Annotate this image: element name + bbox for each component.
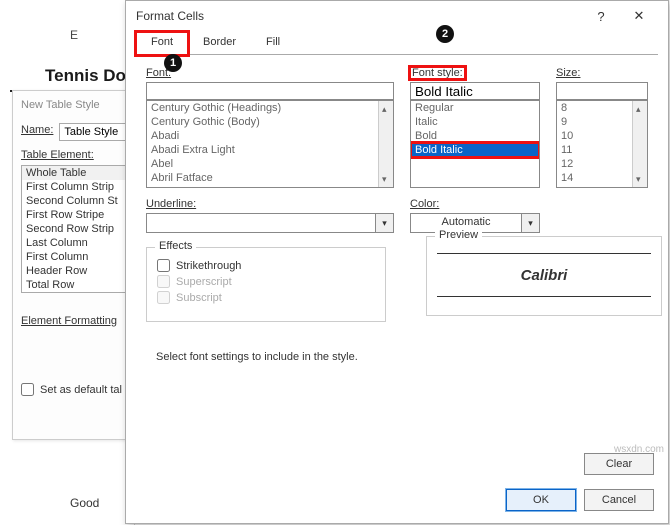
tab-fill-label: Fill xyxy=(266,36,280,48)
subscript-label: Subscript xyxy=(176,292,222,304)
tab-font[interactable]: Font xyxy=(136,32,188,55)
superscript-checkbox: Superscript xyxy=(157,275,375,288)
color-label: Color: xyxy=(410,198,540,210)
set-default-label: Set as default tal xyxy=(40,384,122,396)
effects-legend: Effects xyxy=(155,240,196,252)
clear-button[interactable]: Clear xyxy=(584,453,654,475)
list-item[interactable]: Abadi xyxy=(147,129,393,143)
font-style-input[interactable] xyxy=(410,82,540,100)
title-bar: Format Cells ? ✕ xyxy=(126,1,668,31)
size-input[interactable] xyxy=(556,82,648,100)
list-item[interactable]: Abadi Extra Light xyxy=(147,143,393,157)
list-item[interactable]: Century Gothic (Headings) xyxy=(147,101,393,115)
status-good: Good xyxy=(70,496,99,510)
font-label: Font: xyxy=(146,67,394,79)
clear-label: Clear xyxy=(606,458,632,470)
list-item[interactable]: Italic xyxy=(411,115,539,129)
callout-badge-1: 1 xyxy=(164,54,182,72)
subscript-input xyxy=(157,291,170,304)
cancel-button[interactable]: Cancel xyxy=(584,489,654,511)
font-listbox[interactable]: Century Gothic (Headings) Century Gothic… xyxy=(146,100,394,188)
help-note: Select font settings to include in the s… xyxy=(156,351,358,363)
list-item[interactable]: Century Gothic (Body) xyxy=(147,115,393,129)
strikethrough-input[interactable] xyxy=(157,259,170,272)
underline-dropdown-button[interactable]: ▾ xyxy=(376,213,394,233)
set-default-checkbox-input[interactable] xyxy=(21,383,34,396)
font-style-listbox[interactable]: Regular Italic Bold Bold Italic xyxy=(410,100,540,188)
preview-legend: Preview xyxy=(435,229,482,241)
color-dropdown-button[interactable]: ▾ xyxy=(522,213,540,233)
font-style-label: Font style: xyxy=(410,67,465,79)
list-item[interactable]: Bold xyxy=(411,129,539,143)
underline-label: Underline: xyxy=(146,198,394,210)
scrollbar[interactable] xyxy=(632,101,647,187)
dialog-title: Format Cells xyxy=(136,9,582,23)
callout-badge-2: 2 xyxy=(436,25,454,43)
cell-heading: Tennis Do xyxy=(45,66,126,86)
strikethrough-checkbox[interactable]: Strikethrough xyxy=(157,259,375,272)
subscript-checkbox: Subscript xyxy=(157,291,375,304)
scrollbar[interactable] xyxy=(378,101,393,187)
preview-group: Preview Calibri xyxy=(426,236,662,316)
effects-group: Effects Strikethrough Superscript Subscr… xyxy=(146,247,386,322)
preview-sample: Calibri xyxy=(437,253,651,297)
list-item[interactable]: Regular xyxy=(411,101,539,115)
superscript-input xyxy=(157,275,170,288)
size-label: Size: xyxy=(556,67,648,79)
font-style-column: Font style: Regular Italic Bold Bold Ita… xyxy=(410,67,540,233)
ok-button[interactable]: OK xyxy=(506,489,576,511)
tab-fill[interactable]: Fill xyxy=(251,32,295,55)
cancel-label: Cancel xyxy=(602,494,636,506)
superscript-label: Superscript xyxy=(176,276,232,288)
tab-font-label: Font xyxy=(151,36,173,48)
font-column: Font: Century Gothic (Headings) Century … xyxy=(146,67,394,233)
tab-border-label: Border xyxy=(203,36,236,48)
format-cells-dialog: Format Cells ? ✕ Font Border Fill 2 1 3 … xyxy=(125,0,669,524)
font-input[interactable] xyxy=(146,82,394,100)
strikethrough-label: Strikethrough xyxy=(176,260,241,272)
size-listbox[interactable]: 8 9 10 11 12 14 xyxy=(556,100,648,188)
watermark: wsxdn.com xyxy=(614,444,664,455)
ok-label: OK xyxy=(533,494,549,506)
tab-border[interactable]: Border xyxy=(188,32,251,55)
list-item-selected[interactable]: Bold Italic xyxy=(411,143,539,157)
name-label: Name: xyxy=(21,124,53,136)
close-button[interactable]: ✕ xyxy=(620,2,658,30)
underline-combo[interactable] xyxy=(146,213,376,233)
list-item[interactable]: Abel xyxy=(147,157,393,171)
help-button[interactable]: ? xyxy=(582,2,620,30)
column-header-e: E xyxy=(70,28,78,42)
size-column: Size: 8 9 10 11 12 14 xyxy=(556,67,648,233)
list-item[interactable]: Abril Fatface xyxy=(147,171,393,185)
tab-strip: Font Border Fill 2 xyxy=(136,31,658,55)
